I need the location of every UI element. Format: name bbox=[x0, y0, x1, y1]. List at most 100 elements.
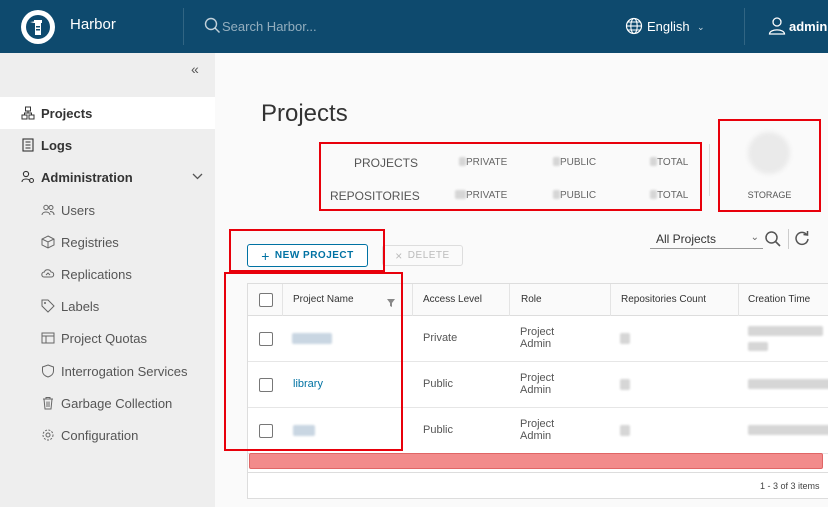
creation-time bbox=[748, 425, 828, 438]
project-filter-select[interactable]: All Projects ⌄ bbox=[650, 230, 763, 249]
storage-chart bbox=[748, 132, 790, 174]
chevron-down-icon[interactable]: ⌄ bbox=[697, 22, 705, 33]
header-divider bbox=[183, 8, 184, 45]
labels-icon bbox=[41, 299, 55, 313]
sidebar-item-label: Labels bbox=[61, 298, 100, 314]
sidebar-item-users[interactable]: Users bbox=[0, 194, 215, 226]
top-header: Harbor Search Harbor... English ⌄ admin bbox=[0, 0, 828, 53]
sidebar-item-labels[interactable]: Labels bbox=[0, 290, 215, 322]
sidebar-item-label: Administration bbox=[41, 169, 133, 185]
access-level: Private bbox=[423, 332, 458, 344]
sidebar-item-configuration[interactable]: Configuration bbox=[0, 419, 215, 451]
repositories-private-count: PRIVATE bbox=[455, 190, 507, 201]
storage-summary: STORAGE bbox=[718, 119, 821, 212]
summary-repositories-label: REPOSITORIES bbox=[330, 189, 420, 203]
chevron-down-icon: ⌄ bbox=[750, 232, 759, 243]
search-icon[interactable] bbox=[764, 230, 782, 253]
creation-time bbox=[748, 379, 828, 392]
creation-time bbox=[748, 326, 823, 354]
users-icon bbox=[41, 203, 55, 217]
sidebar-item-project-quotas[interactable]: Project Quotas bbox=[0, 322, 215, 354]
repositories-public-count: PUBLIC bbox=[553, 190, 596, 201]
sidebar-item-projects[interactable]: Projects bbox=[0, 97, 215, 129]
sidebar-item-logs[interactable]: Logs bbox=[0, 129, 215, 161]
globe-icon[interactable] bbox=[625, 17, 643, 40]
column-separator bbox=[610, 284, 611, 316]
projects-public-count: PUBLIC bbox=[553, 157, 596, 168]
select-all-checkbox[interactable] bbox=[259, 293, 273, 307]
sidebar-item-label: Logs bbox=[41, 137, 73, 153]
repositories-count bbox=[620, 425, 630, 439]
role: Project Admin bbox=[520, 372, 555, 396]
row-checkbox[interactable] bbox=[259, 378, 273, 392]
sidebar-item-administration[interactable]: Administration bbox=[0, 161, 215, 193]
collapse-sidebar-icon[interactable]: « bbox=[191, 61, 199, 77]
column-header-repositories-count[interactable]: Repositories Count bbox=[621, 294, 706, 305]
column-header-role[interactable]: Role bbox=[521, 294, 542, 305]
harbor-logo-icon[interactable] bbox=[21, 10, 55, 44]
summary-projects-label: PROJECTS bbox=[354, 156, 419, 170]
column-header-project-name[interactable]: Project Name bbox=[293, 294, 354, 305]
storage-label: STORAGE bbox=[747, 190, 792, 200]
column-header-creation-time[interactable]: Creation Time bbox=[748, 294, 810, 305]
summary-divider bbox=[709, 144, 710, 196]
column-separator bbox=[412, 284, 413, 316]
row-checkbox[interactable] bbox=[259, 332, 273, 346]
column-header-access-level[interactable]: Access Level bbox=[423, 294, 482, 305]
repositories-count bbox=[620, 333, 630, 347]
user-icon[interactable] bbox=[768, 16, 786, 40]
new-project-button[interactable]: + NEW PROJECT bbox=[247, 244, 368, 267]
project-name-link[interactable] bbox=[292, 333, 332, 347]
sidebar-item-label: Project Quotas bbox=[61, 330, 147, 346]
horizontal-scrollbar[interactable] bbox=[249, 453, 823, 469]
delete-button[interactable]: × DELETE bbox=[382, 245, 463, 266]
project-summary: PROJECTS REPOSITORIES PRIVATE PUBLIC TOT… bbox=[319, 142, 702, 211]
projects-total-count: TOTAL bbox=[650, 157, 688, 168]
repositories-count bbox=[620, 379, 630, 393]
table-header: Project Name Access Level Role Repositor… bbox=[248, 284, 828, 316]
table-row[interactable]: library Public Project Admin bbox=[248, 362, 828, 408]
gear-icon bbox=[41, 428, 55, 442]
table-row[interactable]: Private Project Admin bbox=[248, 316, 828, 362]
repositories-total-count: TOTAL bbox=[650, 190, 688, 201]
filter-icon[interactable] bbox=[386, 295, 396, 313]
sidebar-item-label: Garbage Collection bbox=[61, 395, 173, 411]
sidebar: « Projects Logs Administration Users Reg… bbox=[0, 53, 215, 507]
registries-icon bbox=[41, 235, 55, 249]
column-separator bbox=[738, 284, 739, 316]
access-level: Public bbox=[423, 378, 453, 390]
sidebar-item-label: Users bbox=[61, 202, 95, 218]
replications-icon bbox=[41, 267, 55, 281]
search-input[interactable]: Search Harbor... bbox=[222, 19, 317, 34]
sidebar-item-label: Registries bbox=[61, 234, 119, 250]
sidebar-item-label: Projects bbox=[41, 105, 93, 121]
garbage-collection-icon bbox=[41, 396, 55, 410]
projects-private-count: PRIVATE bbox=[459, 157, 507, 168]
project-name-link[interactable] bbox=[293, 425, 315, 439]
table-row[interactable]: Public Project Admin bbox=[248, 408, 828, 454]
chevron-down-icon[interactable] bbox=[192, 172, 203, 183]
column-separator bbox=[509, 284, 510, 316]
sidebar-item-label: Configuration bbox=[61, 427, 139, 443]
role: Project Admin bbox=[520, 418, 555, 442]
user-menu[interactable]: admin bbox=[789, 19, 827, 34]
column-separator bbox=[282, 284, 283, 316]
administration-icon bbox=[21, 170, 35, 184]
page-title: Projects bbox=[261, 100, 348, 127]
sidebar-item-interrogation-services[interactable]: Interrogation Services bbox=[0, 355, 215, 387]
table-footer: 1 - 3 of 3 items bbox=[248, 472, 828, 499]
row-checkbox[interactable] bbox=[259, 424, 273, 438]
sidebar-item-registries[interactable]: Registries bbox=[0, 226, 215, 258]
project-name-link[interactable]: library bbox=[293, 378, 323, 390]
access-level: Public bbox=[423, 424, 453, 436]
refresh-icon[interactable] bbox=[794, 230, 810, 252]
language-selector[interactable]: English bbox=[647, 19, 690, 34]
project-quotas-icon bbox=[41, 331, 55, 345]
sidebar-item-replications[interactable]: Replications bbox=[0, 258, 215, 290]
sidebar-item-garbage-collection[interactable]: Garbage Collection bbox=[0, 387, 215, 419]
interrogation-services-icon bbox=[41, 364, 55, 378]
sidebar-item-label: Interrogation Services bbox=[61, 363, 188, 379]
logs-icon bbox=[21, 138, 35, 152]
brand-name[interactable]: Harbor bbox=[70, 16, 116, 33]
search-icon[interactable] bbox=[204, 17, 221, 39]
